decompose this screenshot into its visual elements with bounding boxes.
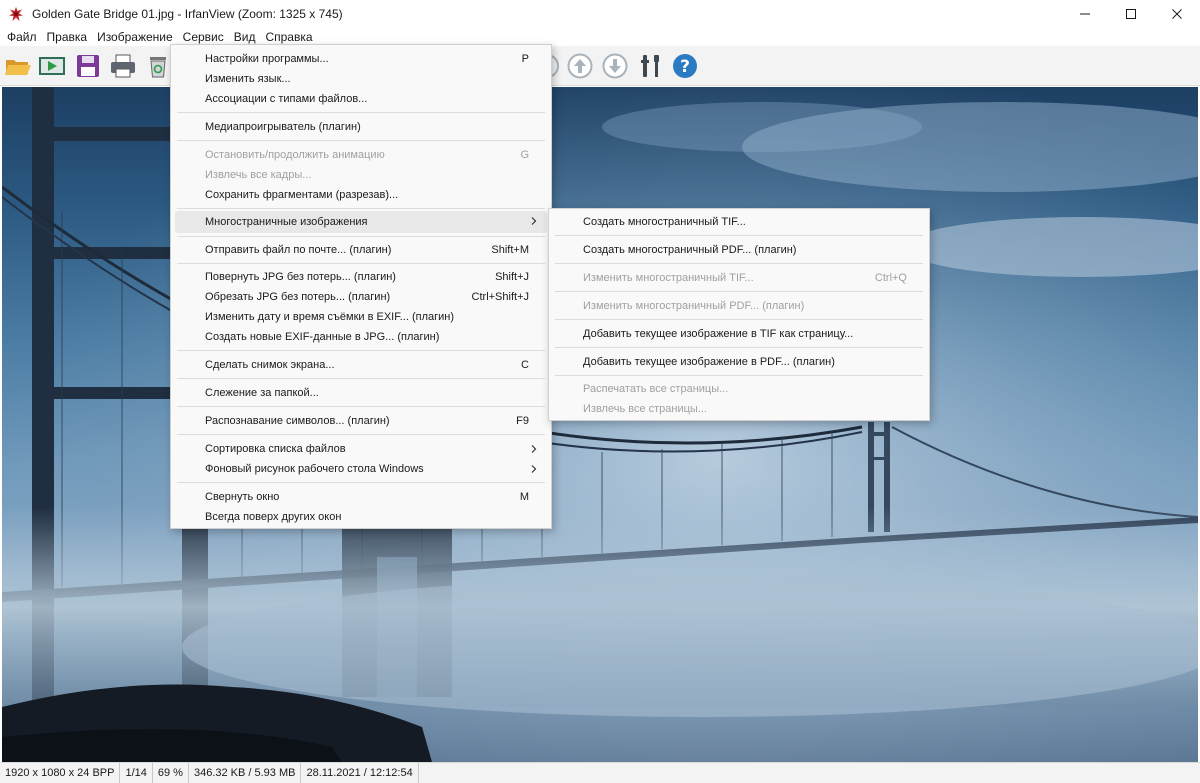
maximize-button[interactable] — [1108, 0, 1154, 28]
menu-separator — [555, 375, 923, 376]
menu-separator — [555, 291, 923, 292]
recycle-bin-icon — [150, 57, 166, 78]
menu-item-media-player[interactable]: Медиапроигрыватель (плагин) — [175, 117, 547, 137]
menu-item-change-language[interactable]: Изменить язык... — [175, 69, 547, 89]
maximize-icon — [1126, 9, 1136, 19]
print-icon — [111, 54, 135, 78]
menu-separator — [177, 236, 545, 237]
menu-separator — [555, 319, 923, 320]
menu-item-always-on-top[interactable]: Всегда поверх других окон — [175, 507, 547, 527]
menu-image[interactable]: Изображение — [92, 28, 178, 46]
menu-separator — [177, 350, 545, 351]
menu-item-lossless-crop[interactable]: Обрезать JPG без потерь... (плагин) Ctrl+… — [175, 287, 547, 307]
menu-item-save-slices[interactable]: Сохранить фрагментами (разрезав)... — [175, 185, 547, 205]
menu-separator — [177, 263, 545, 264]
menu-item-minimize-window[interactable]: Свернуть окно M — [175, 487, 547, 507]
submenu-item-extract-all-pages: Извлечь все страницы... — [583, 403, 707, 415]
menu-item-lossless-rotate[interactable]: Повернуть JPG без потерь... (плагин) Shif… — [175, 267, 547, 287]
status-filesize: 346.32 KB / 5.93 MB — [189, 762, 302, 783]
menu-item-extract-frames: Извлечь все кадры... — [205, 169, 312, 181]
menu-item-ocr[interactable]: Распознавание символов... (плагин) F9 — [175, 411, 547, 431]
submenu-item-create-pdf[interactable]: Создать многостраничный PDF... (плагин) — [553, 240, 925, 260]
status-datetime: 28.11.2021 / 12:12:54 — [301, 762, 419, 783]
submenu-item-edit-tif: Изменить многостраничный TIF... Ctrl+Q — [583, 272, 907, 284]
menu-item-send-email[interactable]: Отправить файл по почте... (плагин) Shift… — [175, 240, 547, 260]
scroll-down-button[interactable] — [600, 51, 630, 81]
menu-separator — [555, 263, 923, 264]
scroll-up-button[interactable] — [565, 51, 595, 81]
scroll-up-icon — [567, 53, 593, 79]
save-button[interactable] — [73, 51, 103, 81]
menu-item-file-associations[interactable]: Ассоциации с типами файлов... — [175, 89, 547, 109]
menu-item-watch-folder[interactable]: Слежение за папкой... — [175, 383, 547, 403]
tools-menu: Настройки программы... P Изменить язык...… — [170, 44, 552, 529]
menu-item-settings[interactable]: Настройки программы... P — [175, 49, 547, 69]
menu-separator — [177, 208, 545, 209]
svg-text:?: ? — [680, 57, 690, 77]
properties-button[interactable] — [636, 51, 666, 81]
irfanview-logo-icon[interactable] — [8, 6, 24, 22]
tools-icon — [641, 55, 659, 77]
open-button[interactable] — [3, 51, 33, 81]
menu-separator — [555, 235, 923, 236]
slideshow-icon — [39, 57, 65, 75]
print-button[interactable] — [108, 51, 138, 81]
window-controls — [1062, 0, 1200, 28]
minimize-icon — [1080, 13, 1090, 15]
menu-separator — [177, 482, 545, 483]
chevron-right-icon — [529, 444, 539, 454]
menu-item-screenshot[interactable]: Сделать снимок экрана... C — [175, 355, 547, 375]
status-zoom: 69 % — [153, 762, 189, 783]
delete-button[interactable] — [143, 51, 173, 81]
chevron-right-icon — [529, 216, 539, 226]
submenu-item-edit-pdf: Изменить многостраничный PDF... (плагин) — [583, 300, 805, 312]
menu-separator — [177, 434, 545, 435]
minimize-button[interactable] — [1062, 0, 1108, 28]
menu-item-desktop-wallpaper[interactable]: Фоновый рисунок рабочего стола Windows — [175, 459, 547, 479]
title-bar: Golden Gate Bridge 01.jpg - IrfanView (Z… — [0, 0, 1200, 28]
window-title: Golden Gate Bridge 01.jpg - IrfanView (Z… — [32, 7, 343, 21]
menu-item-sort-file-list[interactable]: Сортировка списка файлов — [175, 439, 547, 459]
submenu-item-print-all-pages: Распечатать все страницы... — [583, 383, 729, 395]
menu-separator — [177, 140, 545, 141]
close-icon — [1172, 9, 1182, 19]
status-dimensions: 1920 x 1080 x 24 BPP — [0, 762, 121, 783]
menu-item-change-exif-date[interactable]: Изменить дату и время съёмки в EXIF... (… — [175, 307, 547, 327]
chevron-right-icon — [529, 464, 539, 474]
submenu-item-append-pdf[interactable]: Добавить текущее изображение в PDF... (п… — [553, 352, 925, 372]
open-folder-icon — [5, 60, 31, 75]
submenu-item-append-tif[interactable]: Добавить текущее изображение в TIF как с… — [553, 324, 925, 344]
close-button[interactable] — [1154, 0, 1200, 28]
menu-file[interactable]: Файл — [2, 28, 42, 46]
multipage-submenu: Создать многостраничный TIF... Создать м… — [548, 208, 930, 421]
slideshow-button[interactable] — [37, 51, 67, 81]
menu-separator — [555, 347, 923, 348]
menu-separator — [177, 406, 545, 407]
help-button[interactable]: ? — [670, 51, 700, 81]
menu-item-toggle-animation: Остановить/продолжить анимацию G — [205, 149, 529, 161]
menu-item-multipage-images[interactable]: Многостраничные изображения — [175, 211, 547, 233]
menu-separator — [177, 112, 545, 113]
menu-edit[interactable]: Правка — [42, 28, 93, 46]
scroll-down-icon — [602, 53, 628, 79]
help-icon: ? — [673, 54, 697, 78]
status-position: 1/14 — [120, 762, 153, 783]
menu-separator — [177, 378, 545, 379]
submenu-item-create-tif[interactable]: Создать многостраничный TIF... — [553, 212, 925, 232]
menu-item-create-exif[interactable]: Создать новые EXIF-данные в JPG... (плаг… — [175, 327, 547, 347]
status-bar: 1920 x 1080 x 24 BPP 1/14 69 % 346.32 KB… — [0, 762, 1200, 783]
save-icon — [77, 55, 99, 77]
